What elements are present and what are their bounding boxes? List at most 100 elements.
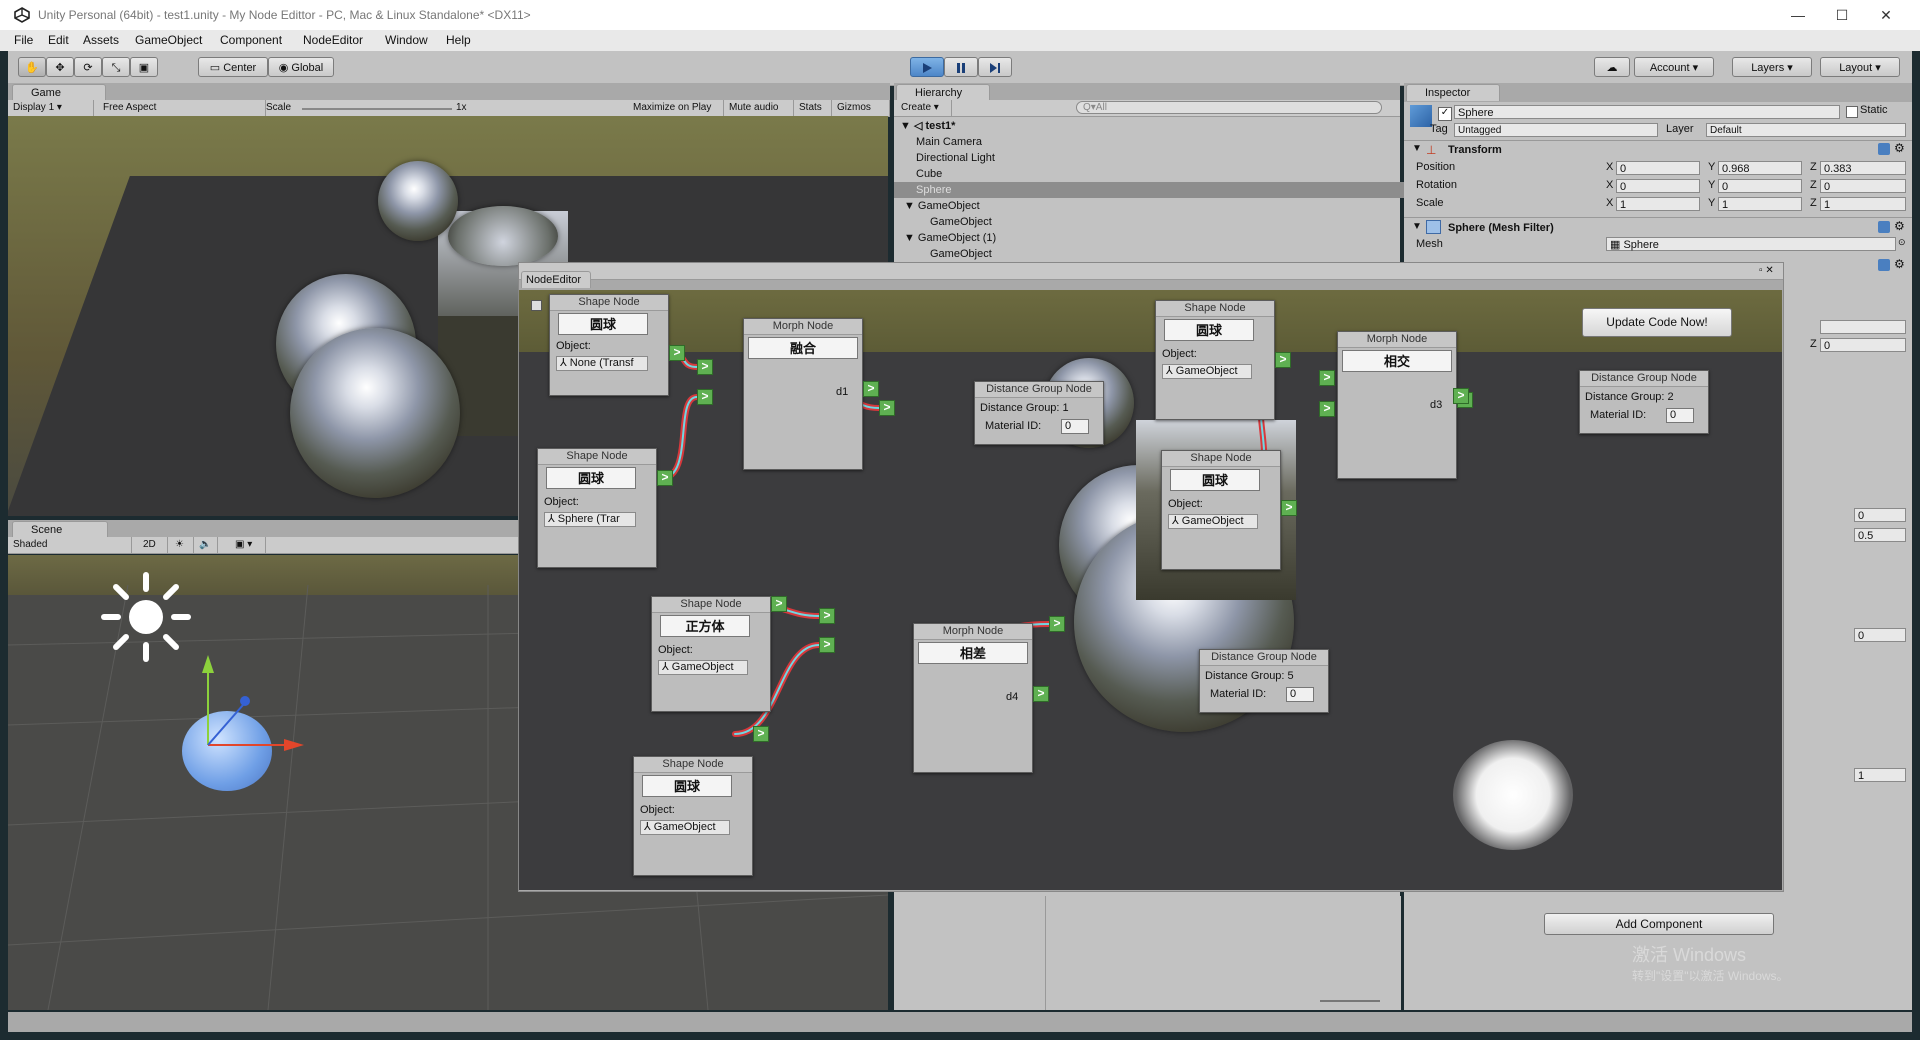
menu-component[interactable]: Component	[220, 33, 282, 47]
morph-node[interactable]: Morph Node 相差 d4	[913, 623, 1033, 773]
pause-button[interactable]	[944, 57, 978, 77]
input-port[interactable]: >	[1049, 616, 1065, 632]
gear-icon[interactable]: ⚙	[1894, 257, 1905, 271]
input-port[interactable]: >	[697, 389, 713, 405]
menu-edit[interactable]: Edit	[48, 33, 69, 47]
input-port[interactable]: >	[819, 637, 835, 653]
step-button[interactable]	[978, 57, 1012, 77]
menu-window[interactable]: Window	[385, 33, 428, 47]
scale-tool-button[interactable]: ⤡	[102, 57, 130, 77]
shape-node[interactable]: Shape Node 正方体 Object: ⅄ GameObject⊙	[651, 596, 771, 712]
effects-dropdown[interactable]: ▣ ▾	[230, 537, 266, 553]
output-port[interactable]: >	[1275, 352, 1291, 368]
menu-assets[interactable]: Assets	[83, 33, 119, 47]
morph-node[interactable]: Morph Node 融合 d1	[743, 318, 863, 470]
hierarchy-item[interactable]: GameObject	[894, 214, 1436, 230]
value-field[interactable]: 0	[1854, 628, 1906, 642]
directional-light-icon[interactable]	[96, 567, 196, 667]
lighting-toggle[interactable]: ☀	[170, 537, 194, 553]
hierarchy-item[interactable]: ▼ GameObject (1)	[894, 230, 1422, 246]
tab-nodeeditor[interactable]: NodeEditor	[521, 271, 591, 288]
position-z-field[interactable]: 0.383	[1820, 161, 1906, 175]
rotate-tool-button[interactable]: ⟳	[74, 57, 102, 77]
shading-dropdown[interactable]: Shaded	[8, 537, 132, 553]
morph-op-field[interactable]: 融合	[748, 337, 858, 359]
menu-help[interactable]: Help	[446, 33, 471, 47]
object-name-field[interactable]: Sphere	[1454, 105, 1840, 119]
menu-file[interactable]: File	[14, 33, 33, 47]
rotation-y-field[interactable]: 0	[1718, 179, 1802, 193]
object-picker-icon[interactable]: ⊙	[1898, 237, 1906, 248]
scale-x-field[interactable]: 1	[1616, 197, 1700, 211]
value-field[interactable]: 1	[1854, 768, 1906, 782]
pivot-center-button[interactable]: ▭ Center	[198, 57, 268, 77]
aspect-dropdown[interactable]: Free Aspect	[98, 100, 266, 116]
layout-dropdown[interactable]: Layout ▾	[1820, 57, 1900, 77]
help-icon[interactable]	[1878, 221, 1890, 233]
scale-slider[interactable]	[302, 108, 452, 110]
hierarchy-item[interactable]: Cube	[894, 166, 1422, 182]
rect-tool-button[interactable]: ▣	[130, 57, 158, 77]
hierarchy-item[interactable]: Main Camera	[894, 134, 1422, 150]
material-id-field[interactable]: 0	[1666, 408, 1694, 423]
shape-node[interactable]: Shape Node 圆球 Object: ⅄ Sphere (Trar⊙	[537, 448, 657, 568]
close-button[interactable]: ✕	[1864, 0, 1908, 30]
shape-node[interactable]: Shape Node 圆球 Object: ⅄ None (Transf⊙	[549, 294, 669, 396]
account-dropdown[interactable]: Account ▾	[1634, 57, 1714, 77]
window-close-icon[interactable]: ▫ ✕	[1759, 265, 1774, 276]
static-checkbox[interactable]	[1846, 106, 1858, 118]
rotation-z-field[interactable]: 0	[1820, 179, 1906, 193]
hand-tool-button[interactable]: ✋	[18, 57, 46, 77]
object-field[interactable]: ⅄ GameObject⊙	[658, 660, 748, 675]
menu-nodeeditor[interactable]: NodeEditor	[303, 33, 363, 47]
tab-inspector[interactable]: Inspector	[1406, 84, 1500, 101]
tab-hierarchy[interactable]: Hierarchy	[896, 84, 990, 101]
shape-type-field[interactable]: 圆球	[1170, 469, 1260, 491]
display-dropdown[interactable]: Display 1 ▾	[8, 100, 94, 116]
position-x-field[interactable]: 0	[1616, 161, 1700, 175]
gear-icon[interactable]: ⚙	[1894, 141, 1905, 155]
shape-type-field[interactable]: 正方体	[660, 615, 750, 637]
scene-root[interactable]: ▼ ◁ test1*	[894, 118, 1406, 134]
update-code-button[interactable]: Update Code Now!	[1582, 308, 1732, 337]
hierarchy-search-input[interactable]: Q▾All	[1076, 101, 1382, 114]
add-component-button[interactable]: Add Component	[1544, 913, 1774, 935]
value-field[interactable]: 0.5	[1854, 528, 1906, 542]
menu-gameobject[interactable]: GameObject	[135, 33, 202, 47]
shape-type-field[interactable]: 圆球	[546, 467, 636, 489]
create-dropdown[interactable]: Create ▾	[896, 100, 952, 116]
output-port[interactable]: >	[1033, 686, 1049, 702]
audio-toggle[interactable]: 🔈	[194, 537, 218, 553]
output-port[interactable]: >	[1281, 500, 1297, 516]
gear-icon[interactable]: ⚙	[1894, 219, 1905, 233]
layer-dropdown[interactable]: Default	[1706, 123, 1906, 137]
hierarchy-item[interactable]: ▼ GameObject	[894, 198, 1422, 214]
value-field[interactable]: 0	[1854, 508, 1906, 522]
scale-z-field[interactable]: 1	[1820, 197, 1906, 211]
object-field[interactable]: ⅄ GameObject⊙	[640, 820, 730, 835]
zoom-slider[interactable]	[1320, 1000, 1380, 1002]
hierarchy-item[interactable]: Directional Light	[894, 150, 1422, 166]
object-field[interactable]: ⅄ GameObject⊙	[1168, 514, 1258, 529]
play-button[interactable]	[910, 57, 944, 77]
help-icon[interactable]	[1878, 259, 1890, 271]
material-id-field[interactable]: 0	[1286, 687, 1314, 702]
morph-op-field[interactable]: 相交	[1342, 350, 1452, 372]
output-port[interactable]: >	[863, 381, 879, 397]
input-port[interactable]: >	[1453, 388, 1469, 404]
collapse-arrow-icon[interactable]: ▼	[1412, 143, 1422, 154]
object-field[interactable]: ⅄ None (Transf⊙	[556, 356, 648, 371]
output-port[interactable]: >	[771, 596, 787, 612]
gizmos-toggle[interactable]: Gizmos	[832, 100, 890, 116]
shape-type-field[interactable]: 圆球	[558, 313, 648, 335]
tab-game[interactable]: Game	[12, 84, 106, 101]
output-port[interactable]: >	[753, 726, 769, 742]
distance-group-node[interactable]: Distance Group Node Distance Group: 5 Ma…	[1199, 649, 1329, 713]
position-y-field[interactable]: 0.968	[1718, 161, 1802, 175]
object-field[interactable]: ⅄ GameObject⊙	[1162, 364, 1252, 379]
morph-node[interactable]: Morph Node 相交 d3	[1337, 331, 1457, 479]
collapse-arrow-icon[interactable]: ▼	[1412, 221, 1422, 232]
active-checkbox[interactable]: ✓	[1438, 107, 1452, 121]
help-icon[interactable]	[1878, 143, 1890, 155]
cloud-button[interactable]: ☁	[1594, 57, 1630, 77]
